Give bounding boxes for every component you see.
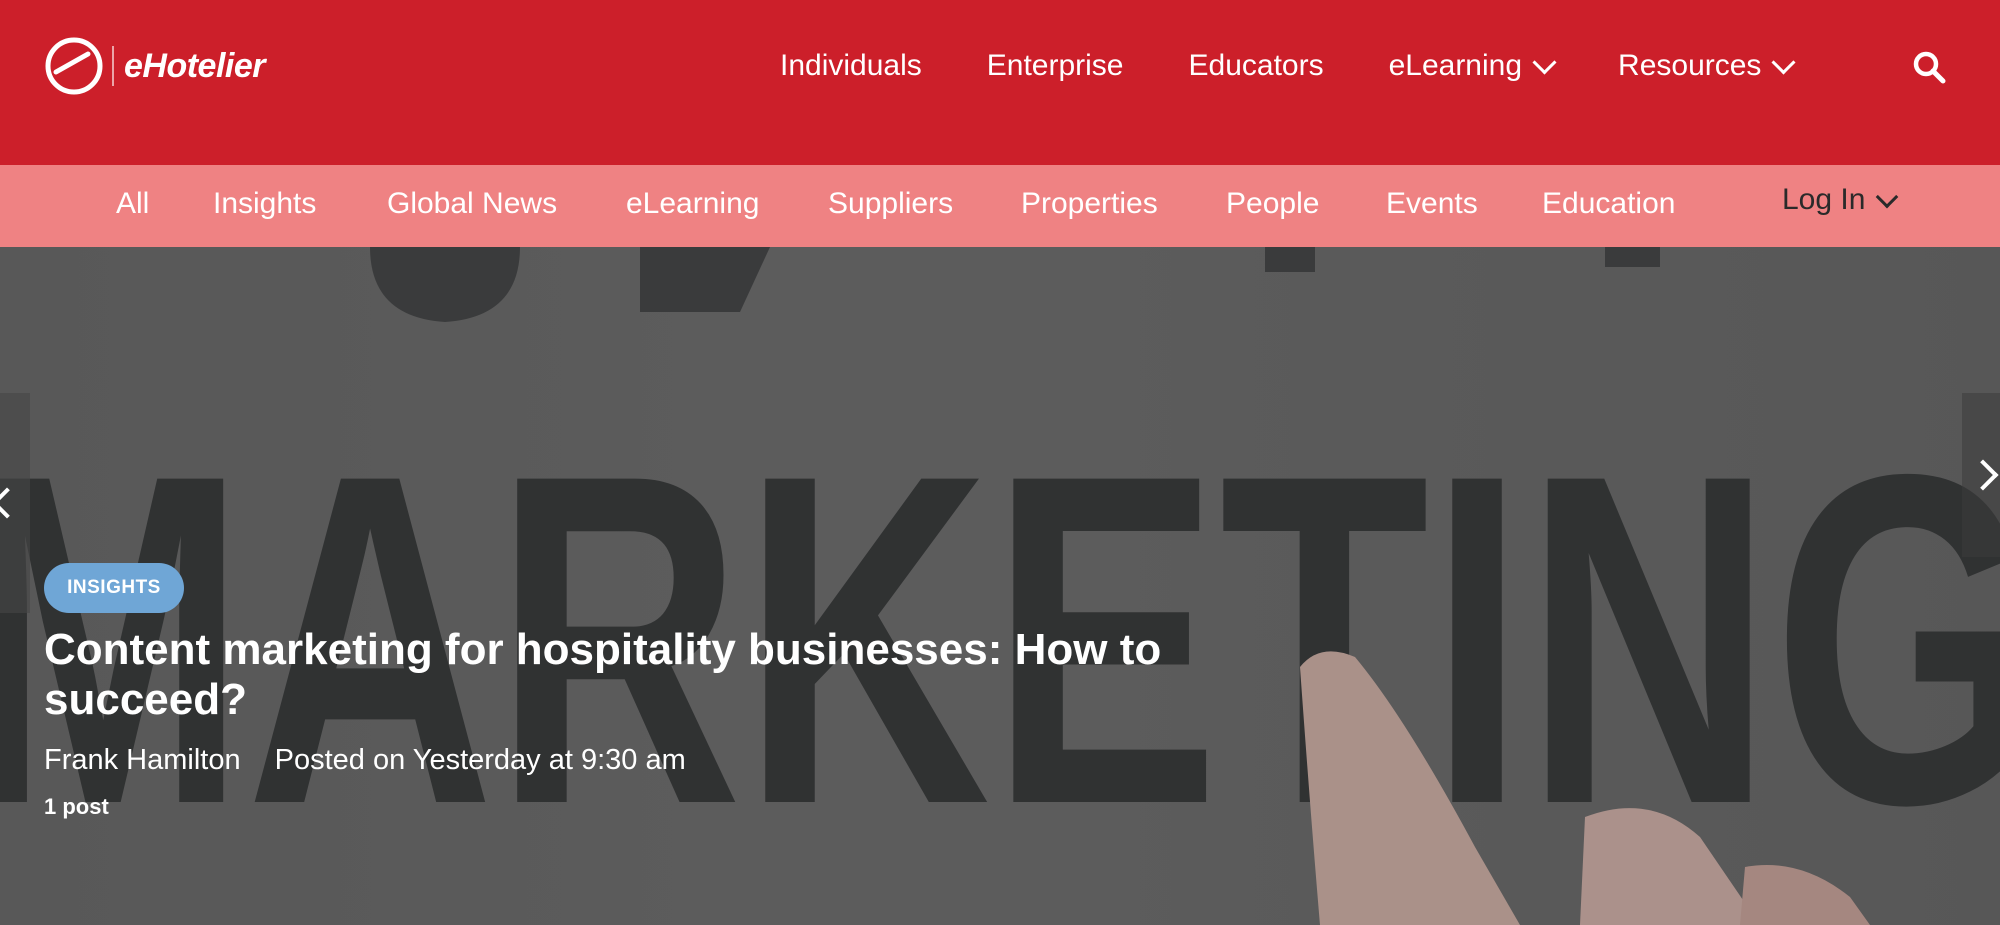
tab-events[interactable]: Events [1386, 187, 1478, 221]
login-dropdown[interactable]: Log In [1782, 183, 1899, 217]
nav-label: Educators [1188, 49, 1324, 82]
logo-divider [112, 46, 114, 86]
logo-text: eHotelier [124, 46, 266, 85]
logo-mark-icon [45, 37, 103, 95]
post-date: Posted on Yesterday at 9:30 am [274, 744, 686, 776]
hero-image: MARKETING [0, 247, 2000, 925]
article-title[interactable]: Content marketing for hospitality busine… [44, 625, 1244, 725]
slider-prev-button[interactable] [0, 393, 30, 613]
chevron-right-icon [1967, 459, 1999, 491]
nav-enterprise[interactable]: Enterprise [987, 44, 1124, 88]
nav-educators[interactable]: Educators [1189, 44, 1324, 88]
nav-resources[interactable]: Resources [1618, 44, 1796, 88]
nav-label: Individuals [780, 49, 922, 82]
chevron-down-icon [1876, 185, 1899, 209]
article-meta: Frank Hamilton Posted on Yesterday at 9:… [44, 744, 686, 777]
chevron-down-icon [1771, 49, 1796, 75]
tab-elearning[interactable]: eLearning [626, 187, 759, 221]
tab-insights[interactable]: Insights [213, 187, 316, 221]
nav-label: Enterprise [986, 49, 1124, 82]
nav-elearning[interactable]: eLearning [1388, 44, 1557, 88]
category-nav: All Insights Global News eLearning Suppl… [0, 165, 2000, 247]
tab-properties[interactable]: Properties [1021, 187, 1158, 221]
chevron-down-icon [1532, 49, 1557, 75]
tab-global-news[interactable]: Global News [387, 187, 557, 221]
hero-slider[interactable]: MARKETING INSIGHTS Content marketing for… [0, 247, 2000, 925]
main-nav: Individuals Enterprise Educators eLearni… [780, 44, 1857, 88]
tab-suppliers[interactable]: Suppliers [828, 187, 953, 221]
nav-individuals[interactable]: Individuals [780, 44, 922, 88]
search-icon[interactable] [1912, 50, 1946, 84]
site-logo[interactable]: eHotelier [44, 36, 266, 96]
nav-label: eLearning [1388, 49, 1523, 82]
login-label: Log In [1782, 183, 1866, 216]
category-badge[interactable]: INSIGHTS [44, 563, 184, 613]
author-link[interactable]: Frank Hamilton [44, 744, 241, 777]
top-header: eHotelier Individuals Enterprise Educato… [0, 0, 2000, 165]
post-count: 1 post [44, 794, 109, 819]
nav-label: Resources [1618, 49, 1762, 82]
tab-education[interactable]: Education [1542, 187, 1675, 221]
slider-next-button[interactable] [1962, 393, 2000, 557]
tab-all[interactable]: All [116, 187, 149, 221]
chevron-left-icon [0, 487, 23, 519]
tab-people[interactable]: People [1226, 187, 1319, 221]
